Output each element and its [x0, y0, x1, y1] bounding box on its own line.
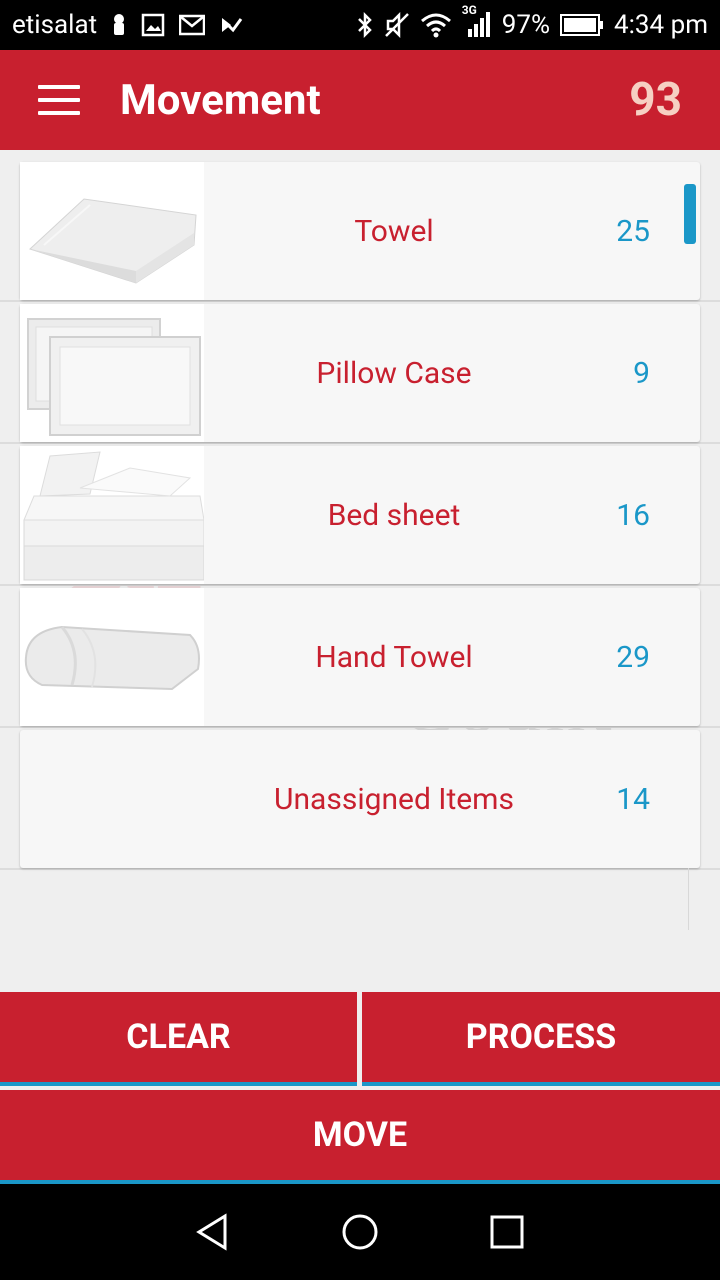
app-bar: Movement 93	[0, 50, 720, 150]
list-item-towel[interactable]: Towel 25	[20, 162, 700, 300]
image-icon	[141, 13, 165, 37]
lock-icon	[111, 13, 127, 37]
list-item-pillow-case[interactable]: Pillow Case 9	[20, 304, 700, 442]
process-button[interactable]: PROCESS	[362, 992, 720, 1086]
signal-icon: 3G	[462, 3, 492, 39]
item-list[interactable]: gif Linen Count Towel 25	[0, 150, 720, 990]
status-bar: etisalat 3G 97% 4:34 pm	[0, 0, 720, 50]
wifi-icon	[420, 12, 452, 38]
item-name: Pillow Case	[316, 355, 472, 391]
bluetooth-icon	[356, 11, 374, 39]
row-divider	[0, 442, 720, 444]
towel-image	[20, 162, 204, 300]
row-divider	[0, 726, 720, 728]
hamburger-menu-icon[interactable]	[38, 85, 80, 115]
check-icon	[219, 14, 243, 36]
hand-towel-image	[20, 588, 204, 726]
battery-icon	[560, 14, 604, 36]
row-divider	[0, 584, 720, 586]
list-item-hand-towel[interactable]: Hand Towel 29	[20, 588, 700, 726]
clear-button[interactable]: CLEAR	[0, 992, 357, 1086]
gmail-icon	[179, 14, 206, 36]
item-name: Hand Towel	[315, 639, 473, 675]
item-count: 29	[616, 639, 650, 675]
list-item-bed-sheet[interactable]: Bed sheet 16	[20, 446, 700, 584]
item-count: 9	[633, 355, 650, 391]
page-title: Movement	[120, 75, 321, 125]
system-nav-bar	[0, 1184, 720, 1280]
recents-icon[interactable]	[477, 1202, 537, 1262]
scrollbar-track	[688, 868, 689, 930]
mute-icon	[384, 12, 410, 38]
pillow-case-image	[20, 304, 204, 442]
row-divider	[0, 868, 720, 870]
item-name: Unassigned Items	[274, 781, 514, 817]
total-count: 93	[629, 73, 682, 127]
back-icon[interactable]	[183, 1202, 243, 1262]
list-item-unassigned[interactable]: Unassigned Items 14	[20, 730, 700, 868]
row-divider	[0, 300, 720, 302]
carrier-label: etisalat	[12, 10, 98, 40]
move-button[interactable]: MOVE	[0, 1090, 720, 1184]
home-icon[interactable]	[330, 1202, 390, 1262]
item-name: Bed sheet	[327, 497, 461, 533]
empty-image-slot	[20, 730, 204, 868]
network-type-label: 3G	[461, 3, 477, 17]
battery-percent: 97%	[501, 10, 551, 40]
bed-sheet-image	[20, 446, 204, 584]
clock-time: 4:34 pm	[614, 10, 708, 40]
scrollbar-thumb[interactable]	[684, 184, 696, 244]
item-count: 25	[616, 213, 650, 249]
item-count: 16	[616, 497, 650, 533]
item-count: 14	[616, 781, 650, 817]
item-name: Towel	[354, 213, 434, 249]
